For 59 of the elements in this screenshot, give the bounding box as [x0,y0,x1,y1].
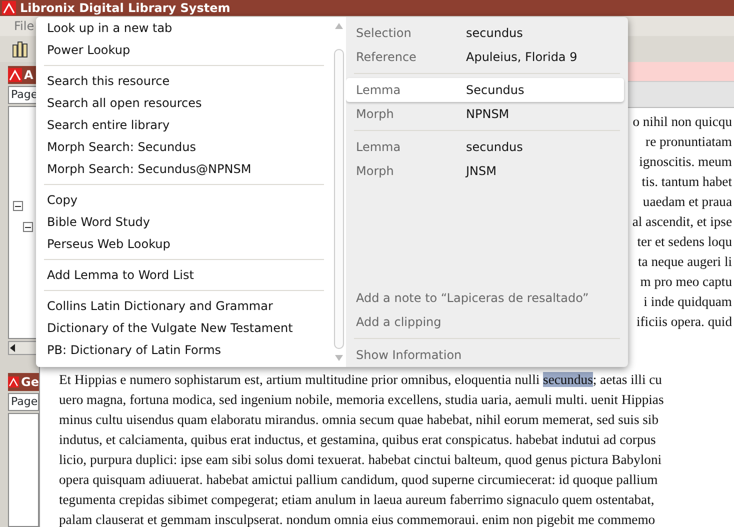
scrollbar[interactable] [8,341,39,355]
menu-item[interactable]: Power Lookup [36,39,332,61]
menu-item[interactable]: Dictionary of the Vulgate New Testament [36,317,332,339]
info-row[interactable]: Lemma Secundus [346,78,624,102]
menu-item[interactable]: Look up in a new tab [36,17,332,39]
menu-item[interactable]: Morph Search: Secundus [36,136,332,158]
info-row[interactable]: Reference Apuleius, Florida 9 [346,45,628,69]
menu-item[interactable]: Search entire library [36,114,332,136]
menu-item[interactable]: Perseus Web Lookup [36,233,332,255]
text-line: tegumenta crepidas sibimet compegerat; etiam anulum in laeua aureum faberrimo signaculo quem ostentabat, [59,491,656,509]
page-field[interactable]: Page [8,393,39,411]
text-line: al ascendit, et ipse [632,213,732,231]
action-link[interactable]: Add a note to “Lapiceras de resaltado” [346,286,628,310]
app-logo-icon [8,375,19,389]
panel-title: Ge [21,374,39,391]
selected-word: secundus [543,372,593,387]
menu-item[interactable]: Copy [36,189,332,211]
text-line: re pronuntiatam [646,133,732,151]
text-line: minus cultu uisendus quam elaboratu mirandus. omnia secum quae habebat, nihil eorum memerat, sed suis sib [59,411,660,429]
collapse-icon[interactable] [13,201,23,211]
line-text: Et Hippias e numero sophistarum est, artium multitudine prior omnibus, eloquentia nulli [59,372,541,387]
app-logo-icon [2,1,16,15]
menu-item[interactable]: Morph Search: Secundus@NPNSM [36,158,332,180]
window-title: Libronix Digital Library System [20,0,230,17]
text-line: tis. tantum habet [642,173,732,191]
collapse-icon[interactable] [23,222,33,232]
text-line: uero magna, fortuna modica, sed ingenium nobile, memoria excellens, studia uaria, aemuli multi. uenit Hippias [59,391,665,409]
menu-item[interactable]: Search this resource [36,70,332,92]
text-line: indutus, et calciamenta, quibus erat inductus, et gestamina, quibus erat conspicatus. habebat indutui ad corpus [59,431,657,449]
scrollbar-thumb[interactable] [334,49,344,349]
text-line: opera quisquam adiuuerat. habebat amictui pallium candidum, quod superne circumiecerat: id quoque pallium [59,471,659,489]
text-line: i inde quidquam [644,293,732,311]
text-line: palam clauserat et gemmam insculpserat. nondum omnia eius commemoraui. enim non pigebit me commemo [59,511,656,527]
scroll-left-icon[interactable] [9,344,17,352]
text-line: uaedam et praua [642,193,732,211]
menu-item[interactable]: Collins Latin Dictionary and Grammar [36,295,332,317]
show-information-link[interactable]: Show Information [346,343,628,367]
action-link[interactable]: Add a clipping [346,310,628,334]
page-field[interactable]: Page [8,86,39,104]
line-text: ; aetas illi cu [592,372,662,387]
text-line: licio, purpura duplici: ipse eam sibi solus domi texuerat. habebat cinctui balteum, quod genus pictura Babyloni [59,451,663,469]
info-row[interactable]: Lemma secundus [346,135,628,159]
library-icon[interactable] [12,40,30,58]
panel-title: A [24,67,34,84]
text-line: o nihil non quicqu [632,113,732,131]
text-line: ta neque augeri li [638,253,732,271]
info-row[interactable]: Morph JNSM [346,159,628,183]
menu-item[interactable]: PB: Dictionary of Latin Forms [36,339,332,361]
text-line: m pro meo captu [640,273,732,291]
text-line: ignoscitis. meum [639,153,732,171]
info-row[interactable]: Selection secundus [346,21,628,45]
text-line: ificiis opera. quid [636,313,732,331]
menu-item[interactable]: Bible Word Study [36,211,332,233]
menu-item[interactable]: File [14,17,34,35]
text-line: ter et sedens loqu [637,233,732,251]
menu-item[interactable]: Search all open resources [36,92,332,114]
app-logo-icon [8,68,22,82]
info-row[interactable]: Morph NPNSM [346,102,628,126]
menu-item[interactable]: Add Lemma to Word List [36,264,332,286]
